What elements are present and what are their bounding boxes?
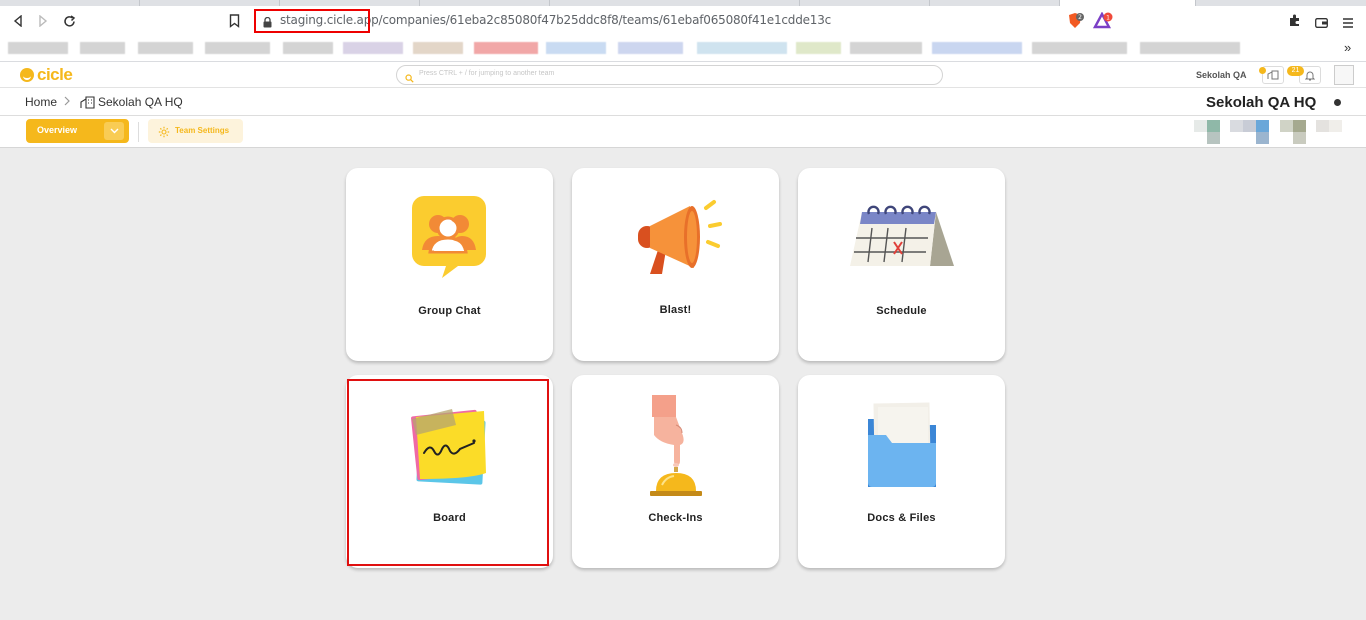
browser-toolbar: staging.cicle.app/companies/61eba2c85080…: [0, 6, 1366, 36]
team-settings-label: Team Settings: [175, 126, 230, 135]
avatar[interactable]: [1334, 65, 1354, 85]
reload-icon: [63, 14, 75, 27]
blast-card[interactable]: Blast!: [572, 168, 779, 361]
check-ins-card[interactable]: Check-Ins: [572, 375, 779, 568]
team-title: Sekolah QA HQ: [1206, 94, 1317, 111]
chevron-down-icon: [110, 128, 118, 134]
building-icon: [1267, 70, 1279, 80]
bookmark-item[interactable]: [80, 42, 125, 54]
logo-text: cicle: [37, 65, 73, 84]
bookmark-item[interactable]: [1032, 42, 1127, 54]
calendar-icon: [850, 202, 954, 273]
overview-label: Overview: [37, 125, 78, 135]
team-settings-button[interactable]: Team Settings: [148, 119, 243, 143]
docs-files-card[interactable]: Docs & Files: [798, 375, 1005, 568]
company-name[interactable]: Sekolah QA: [1196, 70, 1247, 80]
bookmark-item[interactable]: [1140, 42, 1240, 54]
group-chat-icon: [410, 194, 488, 285]
breadcrumb: Home Sekolah QA HQ Sekolah QA HQ: [0, 88, 1366, 116]
app-header: cicle Press CTRL + / for jumping to anot…: [0, 62, 1366, 88]
extensions-icon[interactable]: [1288, 14, 1301, 32]
docs-files-label: Docs & Files: [867, 512, 936, 524]
board-label: Board: [433, 512, 466, 524]
bookmark-item[interactable]: [850, 42, 922, 54]
team-building-icon: [80, 96, 96, 114]
search-icon: [405, 70, 414, 88]
search-placeholder: Press CTRL + / for jumping to another te…: [419, 70, 555, 77]
bookmark-item[interactable]: [932, 42, 1022, 54]
breadcrumb-chevron-icon: [63, 95, 71, 110]
team-status-dot: [1334, 99, 1341, 106]
schedule-card[interactable]: Schedule: [798, 168, 1005, 361]
cicle-logo[interactable]: cicle: [20, 65, 73, 84]
megaphone-icon: [636, 198, 724, 281]
check-ins-label: Check-Ins: [648, 512, 703, 524]
reload-button[interactable]: [61, 13, 77, 29]
schedule-label: Schedule: [876, 305, 927, 317]
bookmark-item[interactable]: [283, 42, 333, 54]
bookmark-item[interactable]: [138, 42, 193, 54]
folder-icon: [866, 401, 938, 494]
svg-text:1: 1: [1106, 15, 1110, 22]
svg-text:2: 2: [1078, 14, 1082, 21]
bookmark-item[interactable]: [474, 42, 538, 54]
breadcrumb-home[interactable]: Home: [25, 95, 57, 109]
bookmark-item[interactable]: [697, 42, 787, 54]
forward-button[interactable]: [35, 13, 51, 29]
bookmark-item[interactable]: [8, 42, 68, 54]
url-highlight-box: [254, 9, 370, 33]
sticky-note-icon: [410, 405, 490, 492]
group-chat-label: Group Chat: [418, 305, 481, 317]
bookmark-item[interactable]: [796, 42, 841, 54]
bookmark-item[interactable]: [546, 42, 606, 54]
address-bar[interactable]: staging.cicle.app/companies/61eba2c85080…: [254, 9, 1060, 33]
breadcrumb-team[interactable]: Sekolah QA HQ: [98, 95, 183, 109]
back-icon: [13, 15, 22, 27]
wallet-icon[interactable]: [1315, 15, 1328, 33]
logo-mark-icon: [20, 67, 34, 82]
bookmark-item[interactable]: [205, 42, 270, 54]
service-bell-icon: [648, 395, 704, 502]
forward-icon: [39, 15, 48, 27]
menu-icon[interactable]: [1343, 15, 1353, 33]
back-button[interactable]: [10, 13, 26, 29]
bookmark-item[interactable]: [618, 42, 683, 54]
team-members-avatars[interactable]: [1194, 116, 1354, 148]
team-tabs-row: Overview Team Settings: [0, 116, 1366, 148]
bookmarks-overflow-icon[interactable]: »: [1344, 40, 1351, 55]
overview-dropdown-button[interactable]: [104, 122, 124, 140]
bookmarks-bar: »: [0, 36, 1366, 62]
notification-count-badge: 21: [1287, 66, 1304, 76]
bookmark-icon[interactable]: [229, 14, 240, 33]
overview-tab[interactable]: Overview: [26, 119, 129, 143]
brave-rewards-icon[interactable]: 1: [1092, 11, 1113, 35]
board-card[interactable]: Board: [346, 375, 553, 568]
team-search-input[interactable]: Press CTRL + / for jumping to another te…: [396, 65, 943, 85]
blast-label: Blast!: [659, 304, 692, 316]
bell-icon: [1305, 71, 1315, 80]
gear-icon: [158, 125, 170, 143]
bookmark-item[interactable]: [343, 42, 403, 54]
brave-shield-icon[interactable]: 2: [1066, 12, 1084, 35]
tabs-divider: [138, 122, 139, 142]
group-chat-card[interactable]: Group Chat: [346, 168, 553, 361]
company-status-dot: [1259, 67, 1266, 74]
bookmark-item[interactable]: [413, 42, 463, 54]
